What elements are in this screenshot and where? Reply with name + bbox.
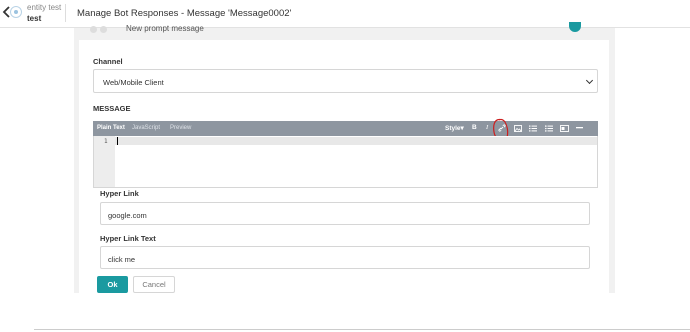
- cancel-button[interactable]: Cancel: [133, 276, 175, 293]
- bot-avatar-icon: [10, 6, 22, 18]
- chevron-down-icon: [585, 76, 594, 85]
- line-gutter: 1: [94, 136, 115, 187]
- background-prompt-text: New prompt message: [126, 24, 204, 33]
- page-title: Manage Bot Responses - Message 'Message0…: [77, 8, 292, 19]
- drag-handle-icon: [90, 26, 107, 33]
- tab-preview[interactable]: Preview: [170, 125, 191, 131]
- ok-button[interactable]: Ok: [97, 276, 128, 293]
- indent-icon[interactable]: [560, 125, 569, 132]
- italic-button[interactable]: I: [486, 124, 488, 131]
- code-editor[interactable]: 1: [93, 136, 598, 188]
- bold-button[interactable]: B: [472, 124, 477, 131]
- bottom-divider: [34, 329, 690, 330]
- hyperlink-text-input-value: click me: [108, 255, 136, 264]
- hyperlink-input-value: google.com: [108, 211, 147, 220]
- tab-javascript[interactable]: JavaScript: [132, 125, 160, 131]
- text-caret: [117, 137, 118, 145]
- hyperlink-text-input[interactable]: click me: [100, 246, 590, 269]
- bot-name: entity test: [27, 3, 62, 12]
- hyperlink-label: Hyper Link: [100, 189, 139, 198]
- channel-label: Channel: [93, 57, 123, 66]
- tab-plain-text[interactable]: Plain Text: [97, 125, 125, 131]
- active-line-highlight: [115, 137, 597, 145]
- hyperlink-input[interactable]: google.com: [100, 202, 590, 225]
- channel-select[interactable]: Web/Mobile Client: [93, 69, 598, 93]
- line-number: 1: [104, 138, 108, 145]
- header-divider: [65, 4, 66, 22]
- numbered-list-icon[interactable]: [529, 125, 537, 132]
- app-header: entity test test Manage Bot Responses - …: [0, 0, 690, 28]
- image-icon[interactable]: [514, 125, 522, 132]
- message-label: MESSAGE: [93, 104, 131, 113]
- style-dropdown-button[interactable]: Style▾: [445, 124, 464, 132]
- horizontal-rule-icon[interactable]: [576, 127, 583, 129]
- channel-select-value: Web/Mobile Client: [103, 78, 164, 87]
- hyperlink-text-label: Hyper Link Text: [100, 234, 156, 243]
- bot-subtitle: test: [27, 14, 42, 23]
- editor-toolbar: Plain Text JavaScript Preview Style▾ B I: [93, 121, 598, 136]
- bullet-list-icon[interactable]: [545, 125, 553, 132]
